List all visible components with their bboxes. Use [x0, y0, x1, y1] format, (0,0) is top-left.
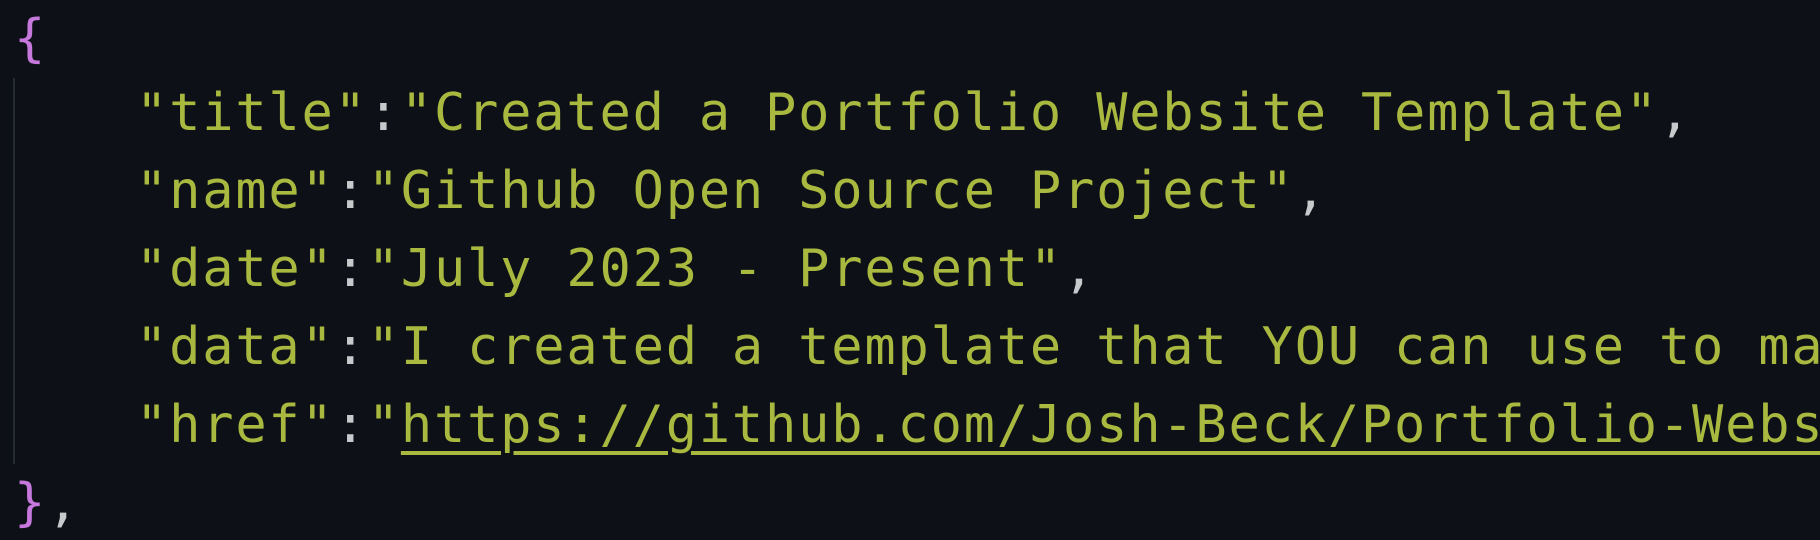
code-line-name: "name":"Github Open Source Project", [136, 152, 1328, 230]
comma: , [1294, 161, 1328, 221]
json-key-name: "name" [136, 161, 335, 221]
open-brace: { [14, 9, 48, 69]
code-line-data: "data":"I created a template that YOU ca… [136, 308, 1820, 386]
colon: : [334, 395, 368, 455]
code-line-open-brace: { [14, 0, 47, 78]
href-link[interactable]: https://github.com/Josh-Beck/Portfolio-W… [401, 395, 1820, 455]
json-value-title: "Created a Portfolio Website Template" [400, 83, 1659, 143]
colon: : [334, 239, 368, 299]
comma: , [47, 473, 81, 533]
json-key-date: "date" [136, 239, 335, 299]
json-value-data: "I created a template that YOU can use t… [367, 317, 1820, 377]
code-line-date: "date":"July 2023 - Present", [136, 230, 1096, 308]
code-line-href: "href":"https://github.com/Josh-Beck/Por… [136, 386, 1820, 464]
indent-guide [13, 78, 15, 464]
code-editor: { "title":"Created a Portfolio Website T… [0, 0, 1820, 540]
json-key-title: "title" [136, 83, 368, 143]
code-line-title: "title":"Created a Portfolio Website Tem… [136, 74, 1692, 152]
json-key-data: "data" [136, 317, 335, 377]
json-value-date: "July 2023 - Present" [367, 239, 1063, 299]
comma: , [1063, 239, 1097, 299]
code-line-close-brace: }, [14, 464, 80, 540]
json-key-href: "href" [136, 395, 335, 455]
comma: , [1658, 83, 1693, 143]
close-brace: } [14, 473, 48, 533]
json-value-name: "Github Open Source Project" [367, 161, 1295, 221]
colon: : [334, 317, 368, 377]
opening-quote: " [367, 395, 401, 455]
colon: : [334, 161, 368, 221]
colon: : [367, 83, 401, 143]
